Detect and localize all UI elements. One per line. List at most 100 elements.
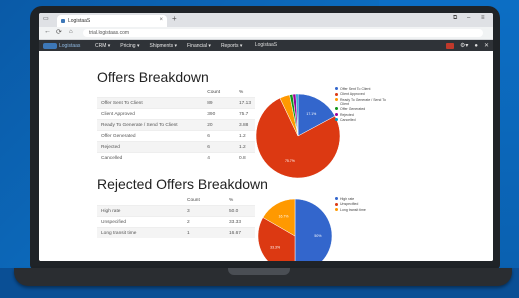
legend-item: Long transit time	[335, 208, 395, 212]
table-row: Unspecified 2 33.33	[97, 216, 255, 228]
legend-swatch	[335, 98, 338, 102]
browser-tabbar: ▭ LogistaaS × + ⧉ – ≡	[39, 13, 493, 27]
column-header	[97, 195, 183, 206]
row-label: Client Approved	[97, 108, 204, 120]
offers-table: Count % Offer Sent To Client 89 17.13 Cl…	[97, 87, 255, 163]
row-label: Ready To Generate / Send To Client	[97, 119, 204, 131]
row-percent: 1.2	[234, 141, 255, 153]
flag-icon[interactable]	[445, 42, 454, 49]
logo[interactable]: Logistaas	[43, 41, 80, 50]
table-row: Client Approved 390 75.7	[97, 108, 255, 120]
collections-icon[interactable]: ⧉	[453, 15, 457, 22]
legend-swatch	[335, 92, 338, 96]
pie-slice-label: 50%	[314, 234, 321, 238]
menu-financial[interactable]: Financial ▾	[187, 43, 211, 49]
legend-item: Unspecified	[335, 202, 395, 206]
legend-item: Client Approved	[335, 92, 395, 96]
sidebar-toggle-icon[interactable]: ▭	[43, 15, 49, 22]
row-label: High rate	[97, 205, 183, 217]
legend-item: Offer Generated	[335, 107, 395, 111]
row-percent: 0.8	[234, 152, 255, 163]
rejected-pie-chart: 50% 33.3% 16.7%	[257, 198, 333, 261]
column-header	[97, 87, 203, 98]
row-label: Unspecified	[97, 216, 183, 228]
menu-crm[interactable]: CRM ▾	[95, 43, 110, 49]
pie-slice-1	[294, 198, 333, 261]
column-header-percent: %	[238, 89, 244, 95]
legend-label: Unspecified	[340, 202, 359, 207]
row-label: Long transit time	[97, 227, 183, 238]
table-row: Offer Generated 6 1.2	[97, 130, 255, 142]
offers-pie-chart: 17.1% 75.7%	[255, 93, 341, 179]
row-count: 20	[203, 119, 235, 131]
table-header: Count %	[97, 195, 255, 206]
menu-icon[interactable]: ≡	[481, 15, 485, 21]
legend-swatch	[335, 107, 338, 111]
nav-actions: ⚙▾ ● ✕	[445, 41, 489, 50]
row-percent: 16.67	[225, 227, 255, 238]
rejected-legend: High rate Unspecified Long transit time	[335, 197, 395, 213]
minimize-icon[interactable]: –	[467, 15, 470, 21]
row-count: 390	[203, 108, 235, 120]
close-icon[interactable]: ✕	[484, 42, 489, 49]
legend-label: Ready To Generate / Send To Client	[340, 97, 386, 106]
legend-swatch	[335, 197, 338, 201]
help-icon[interactable]: ●	[474, 43, 478, 49]
legend-swatch	[335, 208, 338, 212]
legend-swatch	[335, 112, 338, 116]
legend-item: High rate	[335, 197, 395, 201]
legend-swatch	[335, 87, 338, 91]
url-input[interactable]: trial.logistaas.com	[83, 29, 483, 37]
refresh-icon[interactable]: ⟳	[56, 28, 62, 36]
favicon-icon	[61, 19, 65, 23]
pie-slice-label: 75.7%	[285, 159, 295, 163]
row-count: 3	[183, 205, 225, 217]
legend-item: Cancelled	[335, 118, 395, 122]
browser-tab[interactable]: LogistaaS ×	[57, 15, 167, 27]
rejected-title: Rejected Offers Breakdown	[97, 176, 268, 192]
legend-label: Offer Generated	[340, 107, 366, 112]
row-count: 6	[203, 141, 235, 153]
menu-pricing[interactable]: Pricing ▾	[120, 43, 139, 49]
column-header-count: Count	[187, 197, 200, 203]
logo-text: Logistaas	[59, 42, 81, 49]
row-count: 4	[203, 152, 235, 163]
table-row: Ready To Generate / Send To Client 20 3.…	[97, 119, 255, 131]
legend-label: High rate	[340, 197, 355, 201]
row-percent: 50.0	[225, 205, 255, 217]
address-bar: ← ⟳ ⌂ trial.logistaas.com	[39, 27, 493, 40]
legend-item: Ready To Generate / Send To Client	[335, 98, 395, 106]
row-percent: 17.13	[234, 97, 255, 109]
tab-title: LogistaaS	[68, 18, 91, 24]
laptop-screen: ▭ LogistaaS × + ⧉ – ≡ ← ⟳ ⌂ trial.logist…	[39, 13, 493, 261]
main-menu: CRM ▾ Pricing ▾ Shipments ▾ Financial ▾ …	[95, 40, 242, 51]
home-icon[interactable]: ⌂	[69, 29, 73, 35]
pie-slice-label: 16.7%	[279, 214, 289, 218]
legend-item: Rejected	[335, 113, 395, 117]
pie-slice-label: 33.3%	[270, 246, 280, 250]
gear-icon[interactable]: ⚙▾	[460, 42, 468, 49]
laptop-notch	[228, 268, 290, 275]
close-tab-icon[interactable]: ×	[159, 17, 163, 23]
legend-label: Offer Sent To Client	[340, 87, 371, 91]
row-percent: 75.7	[234, 108, 255, 120]
menu-shipments[interactable]: Shipments ▾	[149, 43, 177, 49]
row-percent: 33.33	[225, 216, 255, 228]
row-count: 6	[203, 130, 235, 142]
pie-slice-label: 17.1%	[306, 112, 316, 116]
legend-label: Cancelled	[340, 117, 356, 122]
offers-title: Offers Breakdown	[97, 69, 209, 85]
legend-swatch	[335, 118, 338, 122]
table-row: Cancelled 4 0.8	[97, 152, 255, 163]
row-percent: 1.2	[234, 130, 255, 142]
column-header-count: Count	[207, 89, 221, 95]
new-tab-icon[interactable]: +	[172, 14, 177, 23]
row-count: 2	[183, 216, 225, 228]
row-label: Offer Generated	[97, 130, 204, 142]
row-percent: 3.88	[234, 119, 255, 131]
legend-item: Offer Sent To Client	[335, 87, 395, 91]
menu-reports[interactable]: Reports ▾	[221, 43, 242, 49]
offers-legend: Offer Sent To Client Client Approved Rea…	[335, 87, 395, 123]
legend-label: Client Approved	[340, 92, 365, 97]
back-icon[interactable]: ←	[44, 28, 51, 35]
